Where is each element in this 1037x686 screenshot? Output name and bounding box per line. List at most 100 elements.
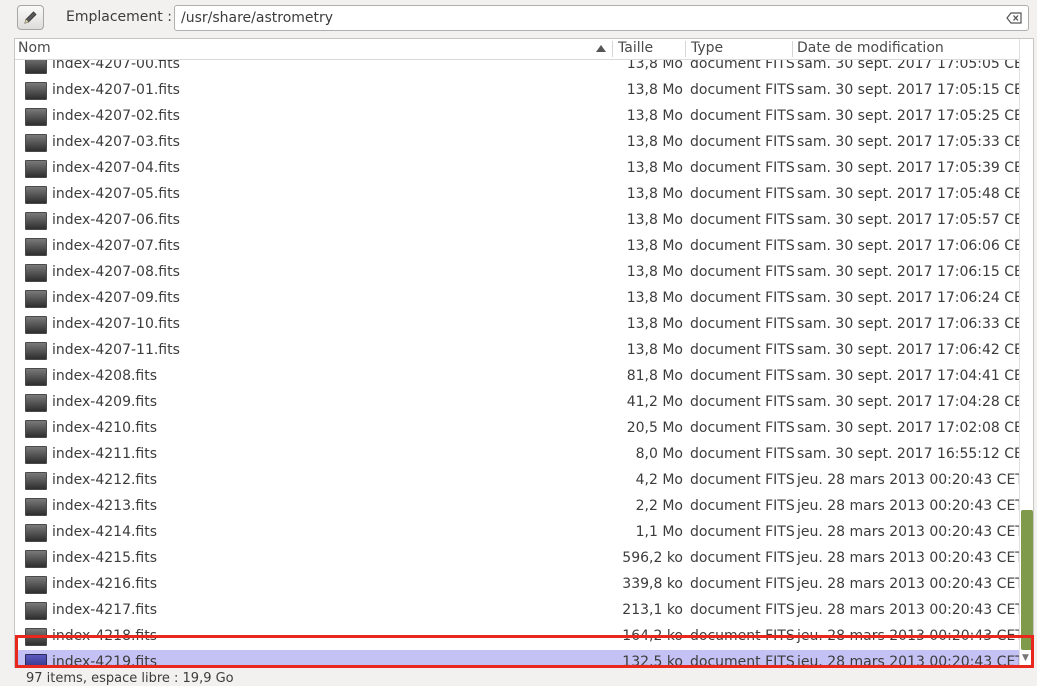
file-size: 13,8 Mo [626, 82, 683, 98]
file-type: document FITS [690, 264, 795, 280]
file-type: document FITS [690, 498, 795, 514]
file-name: index-4207-01.fits [52, 82, 180, 98]
file-type: document FITS [690, 134, 795, 150]
file-type: document FITS [690, 420, 795, 436]
file-row[interactable]: index-4216.fits 339,8 ko document FITS jeu.… [15, 572, 1019, 598]
fits-document-icon [25, 472, 47, 490]
file-type: document FITS [690, 394, 795, 410]
scrollbar-thumb[interactable] [1021, 510, 1033, 650]
column-header: Nom Taille Type Date de modification [15, 39, 1019, 60]
file-row[interactable]: index-4207-01.fits 13,8 Mo document FITS sa… [15, 78, 1019, 104]
file-type: document FITS [690, 550, 795, 566]
file-date: jeu. 28 mars 2013 00:20:43 CET [797, 602, 1019, 618]
file-date: sam. 30 sept. 2017 17:05:05 CEST [797, 60, 1019, 72]
file-date: sam. 30 sept. 2017 17:05:25 CEST [797, 108, 1019, 124]
file-size: 20,5 Mo [626, 420, 683, 436]
file-row[interactable]: index-4207-00.fits 13,8 Mo document FITS sa… [15, 60, 1019, 78]
file-row[interactable]: index-4213.fits 2,2 Mo document FITS jeu. 2… [15, 494, 1019, 520]
file-name: index-4216.fits [52, 576, 158, 592]
fits-document-icon [25, 446, 47, 464]
file-size: 13,8 Mo [626, 316, 683, 332]
column-separator[interactable] [685, 41, 686, 57]
file-row[interactable]: index-4215.fits 596,2 ko document FITS jeu.… [15, 546, 1019, 572]
file-size: 4,2 Mo [635, 472, 683, 488]
file-date: sam. 30 sept. 2017 17:05:48 CEST [797, 186, 1019, 202]
file-row[interactable]: index-4207-11.fits 13,8 Mo document FITS sa… [15, 338, 1019, 364]
column-name-header[interactable]: Nom [18, 39, 51, 59]
file-date: jeu. 28 mars 2013 00:20:43 CET [797, 498, 1019, 514]
column-type-header[interactable]: Type [691, 39, 723, 59]
file-name: index-4211.fits [52, 446, 158, 462]
fits-document-icon [25, 602, 47, 620]
file-row[interactable]: index-4214.fits 1,1 Mo document FITS jeu. 2… [15, 520, 1019, 546]
fits-document-icon [25, 420, 47, 438]
file-type: document FITS [690, 108, 795, 124]
file-name: index-4207-06.fits [52, 212, 180, 228]
file-row[interactable]: index-4207-09.fits 13,8 Mo document FITS sa… [15, 286, 1019, 312]
file-type: document FITS [690, 60, 795, 72]
file-size: 13,8 Mo [626, 342, 683, 358]
location-input[interactable]: /usr/share/astrometry [174, 5, 1029, 31]
file-row[interactable]: index-4207-08.fits 13,8 Mo document FITS sa… [15, 260, 1019, 286]
file-date: sam. 30 sept. 2017 17:06:15 CEST [797, 264, 1019, 280]
file-date: sam. 30 sept. 2017 17:05:15 CEST [797, 82, 1019, 98]
file-row[interactable]: index-4207-04.fits 13,8 Mo document FITS sa… [15, 156, 1019, 182]
file-list[interactable]: Nom Taille Type Date de modification ind… [14, 38, 1034, 668]
file-size: 13,8 Mo [626, 160, 683, 176]
file-size: 13,8 Mo [626, 264, 683, 280]
fits-document-icon [25, 160, 47, 178]
file-type: document FITS [690, 472, 795, 488]
file-name: index-4208.fits [52, 368, 158, 384]
file-row[interactable]: index-4217.fits 213,1 ko document FITS jeu.… [15, 598, 1019, 624]
file-row[interactable]: index-4209.fits 41,2 Mo document FITS sam. … [15, 390, 1019, 416]
file-row[interactable]: index-4207-03.fits 13,8 Mo document FITS sa… [15, 130, 1019, 156]
column-separator[interactable] [612, 41, 613, 57]
location-path[interactable]: /usr/share/astrometry [181, 10, 333, 26]
edit-location-button[interactable] [17, 5, 44, 30]
file-date: sam. 30 sept. 2017 17:05:33 CEST [797, 134, 1019, 150]
file-row[interactable]: index-4207-07.fits 13,8 Mo document FITS sa… [15, 234, 1019, 260]
file-row[interactable]: index-4210.fits 20,5 Mo document FITS sam. … [15, 416, 1019, 442]
fits-document-icon [25, 134, 47, 152]
file-size: 81,8 Mo [626, 368, 683, 384]
file-name: index-4207-03.fits [52, 134, 180, 150]
file-name: index-4215.fits [52, 550, 158, 566]
file-row[interactable]: index-4211.fits 8,0 Mo document FITS sam. 3… [15, 442, 1019, 468]
column-separator[interactable] [792, 41, 793, 57]
file-name: index-4207-09.fits [52, 290, 180, 306]
file-name: index-4207-05.fits [52, 186, 180, 202]
column-size-header[interactable]: Taille [618, 39, 653, 59]
file-date: sam. 30 sept. 2017 17:04:41 CEST [797, 368, 1019, 384]
fits-document-icon [25, 264, 47, 282]
fits-document-icon [25, 290, 47, 308]
file-row[interactable]: index-4207-10.fits 13,8 Mo document FITS sa… [15, 312, 1019, 338]
file-row[interactable]: index-4207-02.fits 13,8 Mo document FITS sa… [15, 104, 1019, 130]
file-date: sam. 30 sept. 2017 17:06:06 CEST [797, 238, 1019, 254]
fits-document-icon [25, 342, 47, 360]
file-type: document FITS [690, 186, 795, 202]
file-size: 13,8 Mo [626, 60, 683, 72]
fits-document-icon [25, 524, 47, 542]
vertical-scrollbar[interactable]: ▼ [1019, 39, 1033, 667]
location-bar: Emplacement : /usr/share/astrometry [0, 0, 1037, 36]
file-date: sam. 30 sept. 2017 17:05:39 CEST [797, 160, 1019, 176]
file-row[interactable]: index-4207-06.fits 13,8 Mo document FITS sa… [15, 208, 1019, 234]
file-name: index-4212.fits [52, 472, 158, 488]
fits-document-icon [25, 368, 47, 386]
clear-text-icon[interactable] [1006, 12, 1022, 24]
file-size: 13,8 Mo [626, 134, 683, 150]
fits-document-icon [25, 576, 47, 594]
file-type: document FITS [690, 212, 795, 228]
file-row[interactable]: index-4208.fits 81,8 Mo document FITS sam. … [15, 364, 1019, 390]
file-date: jeu. 28 mars 2013 00:20:43 CET [797, 472, 1019, 488]
file-name: index-4210.fits [52, 420, 158, 436]
file-name: index-4207-00.fits [52, 60, 180, 72]
file-row[interactable]: index-4212.fits 4,2 Mo document FITS jeu. 2… [15, 468, 1019, 494]
status-bar: 97 items, espace libre : 19,9 Go [26, 671, 234, 686]
file-name: index-4217.fits [52, 602, 158, 618]
file-size: 213,1 ko [622, 602, 683, 618]
file-date: sam. 30 sept. 2017 17:02:08 CEST [797, 420, 1019, 436]
file-type: document FITS [690, 576, 795, 592]
column-date-header[interactable]: Date de modification [797, 39, 944, 59]
file-row[interactable]: index-4207-05.fits 13,8 Mo document FITS sa… [15, 182, 1019, 208]
